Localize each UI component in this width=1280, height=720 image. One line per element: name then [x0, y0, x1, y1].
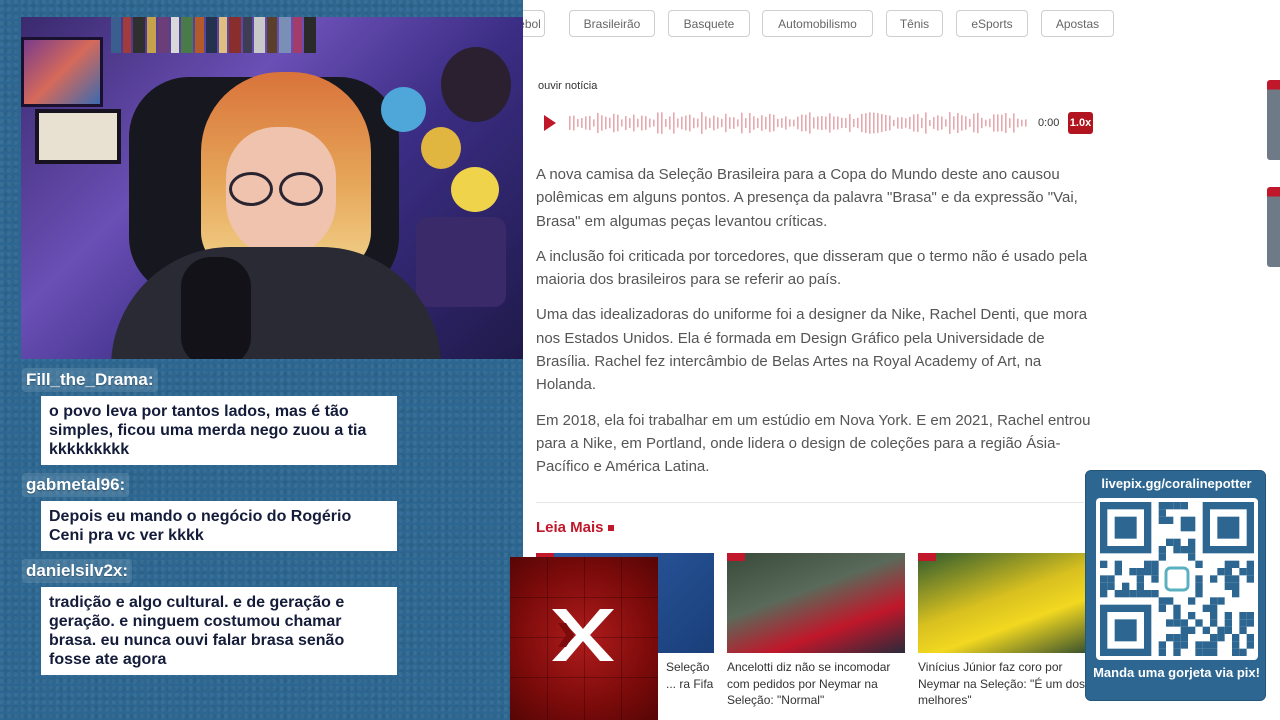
related-card-title[interactable]: Ancelotti diz não se incomodar com pedid…	[727, 659, 905, 709]
plush-toy	[381, 87, 426, 132]
article-paragraph: A nova camisa da Seleção Brasileira para…	[536, 166, 1078, 230]
pikachu-plush	[451, 167, 499, 212]
category-nav: ebol Brasileirão Basquete Automobilismo …	[523, 10, 1280, 40]
related-heading-text: Leia Mais	[536, 519, 604, 536]
tab-apostas[interactable]: Apostas	[1041, 10, 1114, 37]
framed-picture	[35, 109, 121, 164]
related-card-image[interactable]	[918, 553, 1096, 653]
related-card[interactable]: Ancelotti diz não se incomodar com pedid…	[727, 553, 905, 709]
channel-logo-box	[510, 557, 658, 720]
side-thumbnail[interactable]	[1267, 80, 1280, 160]
related-card[interactable]: Vinícius Júnior faz coro por Neymar na S…	[918, 553, 1096, 709]
pix-url[interactable]: livepix.gg/coralinepotter	[1086, 476, 1267, 491]
chat-text: tradição e algo cultural. e de geração e…	[41, 587, 397, 675]
qr-code-pattern	[1100, 502, 1254, 656]
tab-tenis[interactable]: Tênis	[886, 10, 943, 37]
chat-overlay: Fill_the_Drama: o povo leva por tantos l…	[22, 368, 402, 683]
tab-automobilismo[interactable]: Automobilismo	[762, 10, 873, 37]
bear-plush	[441, 47, 511, 122]
chat-message: danielsilv2x: tradição e algo cultural. …	[22, 559, 402, 675]
stream-overlay: Fill_the_Drama: o povo leva por tantos l…	[0, 0, 523, 720]
tab-basquete[interactable]: Basquete	[668, 10, 750, 37]
article-paragraph: Uma das idealizadoras do uniforme foi a …	[536, 306, 1088, 394]
audio-label: ouvir notícia	[538, 80, 598, 92]
article-paragraph: Em 2018, ela foi trabalhar em um estúdio…	[536, 411, 1091, 476]
related-card-image[interactable]	[727, 553, 905, 653]
chat-username: gabmetal96:	[22, 473, 130, 497]
tab-brasileirao[interactable]: Brasileirão	[569, 10, 655, 37]
chat-message: gabmetal96: Depois eu mando o negócio do…	[22, 473, 402, 551]
audio-waveform[interactable]	[569, 108, 1029, 138]
chat-username: Fill_the_Drama:	[22, 368, 158, 392]
related-heading: Leia Mais	[536, 519, 614, 536]
shelf-unit	[416, 217, 506, 307]
chat-text: o povo leva por tantos lados, mas é tão …	[41, 396, 397, 465]
article-paragraph: A inclusão foi criticada por torcedores,…	[536, 247, 1088, 289]
audio-time: 0:00	[1038, 117, 1060, 129]
related-card-title[interactable]: Vinícius Júnior faz coro por Neymar na S…	[918, 659, 1096, 709]
x-logo-icon	[552, 609, 614, 661]
bookshelf	[111, 17, 321, 53]
pix-cta: Manda uma gorjeta via pix!	[1093, 665, 1260, 680]
chat-message: Fill_the_Drama: o povo leva por tantos l…	[22, 368, 402, 465]
square-icon	[607, 525, 614, 532]
divider	[536, 502, 1084, 503]
microphone	[181, 257, 251, 359]
glasses-lens-left	[229, 172, 273, 206]
webcam-feed	[21, 17, 523, 359]
article-body: A nova camisa da Seleção Brasileira para…	[536, 163, 1096, 491]
qr-code-icon[interactable]	[1096, 498, 1258, 660]
chat-text: Depois eu mando o negócio do Rogério Cen…	[41, 501, 397, 551]
chat-username: danielsilv2x:	[22, 559, 133, 583]
glasses-lens-right	[279, 172, 323, 206]
card-tag	[918, 553, 936, 561]
pix-donation-widget[interactable]: livepix.gg/coralinepotter Manda uma gorj…	[1085, 470, 1266, 701]
card-tag	[727, 553, 745, 561]
side-thumbnail[interactable]	[1267, 187, 1280, 267]
plush-toy	[421, 127, 461, 169]
playback-speed-button[interactable]: 1.0x	[1068, 112, 1093, 134]
poster	[21, 37, 103, 107]
play-icon[interactable]	[544, 115, 556, 131]
tab-futebol[interactable]: ebol	[523, 10, 545, 37]
tab-esports[interactable]: eSports	[956, 10, 1028, 37]
